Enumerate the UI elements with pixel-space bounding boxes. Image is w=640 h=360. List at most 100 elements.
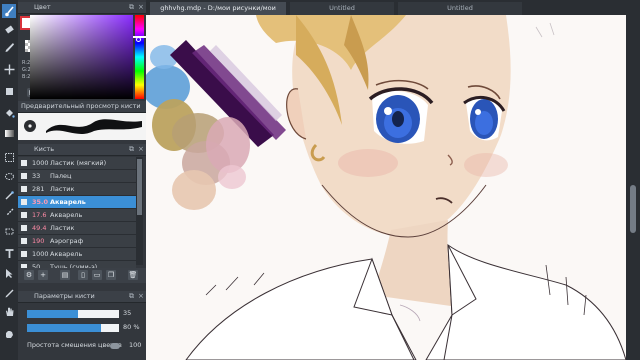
text-tool[interactable] xyxy=(2,246,16,260)
brush-set-icon: ▤ xyxy=(61,271,69,279)
brush-folder-button[interactable]: ▭ xyxy=(92,270,102,280)
brush-size: 281 xyxy=(32,185,45,193)
brush-list-item[interactable]: 17.6 Акварель xyxy=(18,209,136,222)
brush-size: 1000 xyxy=(32,159,49,167)
pen-tool[interactable] xyxy=(2,40,16,54)
move-tool[interactable] xyxy=(2,62,16,76)
brush-size-value[interactable]: 35 xyxy=(123,309,131,317)
document-tab-bar: ghhvhg.mdp - D:/мои рисунки/мои рисунки … xyxy=(146,0,640,25)
brush-list-scrollbar[interactable] xyxy=(136,157,143,265)
brush-size: 35.0 xyxy=(32,198,49,206)
brush-tool[interactable] xyxy=(2,4,16,18)
operation-tool[interactable] xyxy=(2,266,16,280)
brush-params-header: Параметры кисти ⧉ × xyxy=(18,291,146,303)
tab-untitled[interactable]: Untitled xyxy=(290,2,394,15)
brush-color-box xyxy=(21,160,27,166)
panel-popout-icon[interactable]: ⧉ xyxy=(129,2,134,13)
color-mix-value[interactable]: 100 xyxy=(129,341,141,349)
brush-opacity-value[interactable]: 80 % xyxy=(123,323,140,331)
brush-list-item[interactable]: 281 Ластик xyxy=(18,183,136,196)
saturation-value-picker[interactable] xyxy=(30,15,133,99)
brush-name: Акварель xyxy=(50,250,83,258)
gear-icon: ⚙ xyxy=(25,271,33,279)
scrollbar-thumb[interactable] xyxy=(137,159,142,215)
brush-size-slider[interactable] xyxy=(27,310,119,318)
brush-size-fill xyxy=(27,310,78,318)
canvas-vertical-scrollbar[interactable] xyxy=(626,15,640,360)
color-mix-slider[interactable] xyxy=(110,343,120,349)
brush-panel-header: Кисть ⧉ × xyxy=(18,144,146,156)
brush-list-item[interactable]: 49.4 Ластик xyxy=(18,222,136,235)
selection-tool[interactable] xyxy=(2,150,16,164)
brush-opacity-slider[interactable] xyxy=(27,324,119,332)
brush-name: Палец xyxy=(50,172,72,180)
panel-popout-icon[interactable]: ⧉ xyxy=(129,291,134,302)
lasso-icon xyxy=(4,172,14,180)
document-icon: ▯ xyxy=(81,271,85,279)
hand-grab-icon xyxy=(5,330,13,338)
brush-name: Ластик xyxy=(50,185,75,193)
stroke-preview-drawing xyxy=(24,119,142,134)
rectangle-icon xyxy=(5,87,13,95)
brush-icon xyxy=(4,5,14,16)
brush-size: 49.4 xyxy=(32,224,47,232)
zoom-tool[interactable] xyxy=(2,326,16,340)
eraser-icon xyxy=(4,24,14,34)
drawing-canvas[interactable] xyxy=(146,15,626,360)
brush-set-button[interactable]: ▤ xyxy=(60,270,70,280)
brush-size: 33 xyxy=(32,172,41,180)
brush-color-box xyxy=(21,251,27,257)
brush-size: 190 xyxy=(32,237,45,245)
brush-color-box xyxy=(21,186,27,192)
gradient-tool[interactable] xyxy=(2,126,16,140)
magic-wand-tool[interactable] xyxy=(2,188,16,202)
hand-icon xyxy=(5,307,13,316)
brush-actions-bar: ⚙ + ▤ ▯ ▭ ❐ 🗑 xyxy=(18,268,146,283)
brush-list-item[interactable]: 190 Аэрограф xyxy=(18,235,136,248)
text-icon xyxy=(5,248,13,258)
select-eraser-tool[interactable] xyxy=(2,224,16,238)
brush-size: 17.6 xyxy=(32,211,47,219)
eyedropper-tool[interactable] xyxy=(2,286,16,300)
artwork xyxy=(146,15,626,360)
brush-color-box xyxy=(21,225,27,231)
select-eraser-icon xyxy=(5,228,13,234)
color-picker-cursor[interactable] xyxy=(136,37,141,42)
brush-name: Акварель xyxy=(50,211,83,219)
new-brush-button[interactable]: ▯ xyxy=(78,270,88,280)
color-panel-header: Цвет ⧉ × xyxy=(18,2,146,14)
brush-list-item[interactable]: 33 Палец xyxy=(18,170,136,183)
add-icon: + xyxy=(40,271,46,279)
panel-popout-icon[interactable]: ⧉ xyxy=(129,144,134,155)
tab-untitled[interactable]: Untitled xyxy=(398,2,522,15)
brush-list-item-selected[interactable]: 35.0 Акварель xyxy=(18,196,136,209)
panel-close-icon[interactable]: × xyxy=(138,144,144,155)
duplicate-brush-button[interactable]: ❐ xyxy=(106,270,116,280)
fill-tool[interactable] xyxy=(2,106,16,120)
rectangle-tool[interactable] xyxy=(2,84,16,98)
panel-close-icon[interactable]: × xyxy=(138,2,144,13)
trash-icon: 🗑 xyxy=(128,271,138,279)
scrollbar-thumb[interactable] xyxy=(630,185,636,233)
panel-close-icon[interactable]: × xyxy=(138,291,144,302)
lasso-tool[interactable] xyxy=(2,170,16,184)
brush-params-title: Параметры кисти xyxy=(34,292,95,300)
add-brush-button[interactable]: + xyxy=(38,270,48,280)
eraser-tool[interactable] xyxy=(2,22,16,36)
select-pen-tool[interactable] xyxy=(2,206,16,220)
brush-size: 1000 xyxy=(32,250,49,258)
brush-list-item[interactable]: 1000 Акварель xyxy=(18,248,136,261)
folder-icon: ▭ xyxy=(93,271,101,279)
brush-list-item[interactable]: 1000 Ластик (мягкий) xyxy=(18,157,136,170)
hand-tool[interactable] xyxy=(2,304,16,318)
color-mix-label: Простота смешения цветов xyxy=(27,341,122,349)
hue-slider[interactable] xyxy=(135,15,144,99)
brush-settings-button[interactable]: ⚙ xyxy=(24,270,34,280)
brush-color-box xyxy=(21,238,27,244)
brush-color-box xyxy=(21,199,27,205)
delete-brush-button[interactable]: 🗑 xyxy=(128,270,138,280)
tab-document-active[interactable]: ghhvhg.mdp - D:/мои рисунки/мои рисунки xyxy=(150,2,286,25)
magic-wand-icon xyxy=(5,190,14,199)
gradient-icon xyxy=(4,129,14,137)
select-pen-icon xyxy=(6,208,13,215)
